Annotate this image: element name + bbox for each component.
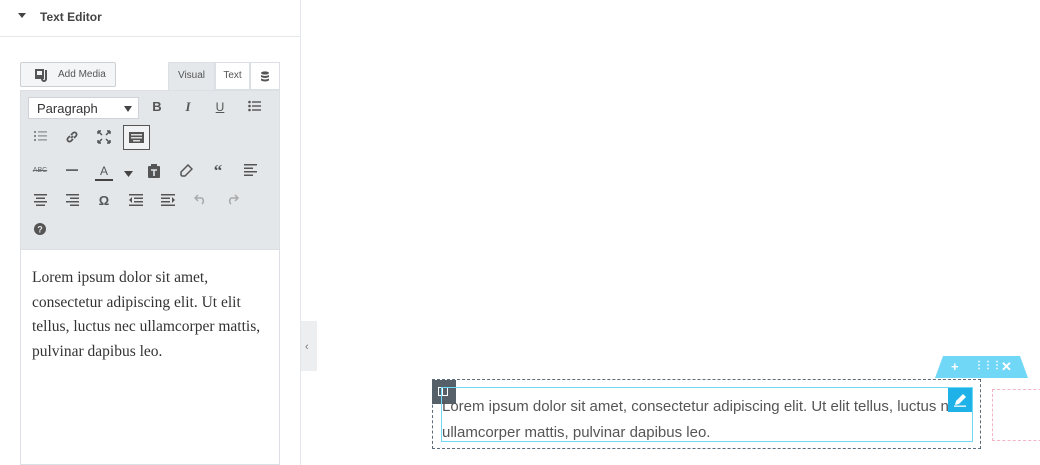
dynamic-tags-button[interactable]	[250, 62, 280, 90]
blockquote-icon[interactable]: “	[207, 161, 229, 181]
fullscreen-icon[interactable]	[93, 127, 115, 147]
media-icon	[35, 69, 47, 82]
link-icon[interactable]	[61, 127, 83, 147]
close-icon[interactable]: ✕	[1001, 360, 1012, 374]
italic-icon[interactable]: I	[177, 97, 199, 117]
empty-column[interactable]	[992, 389, 1040, 441]
editor-text[interactable]: Lorem ipsum dolor sit amet, consectetur …	[32, 266, 272, 364]
editor-toolbar: Paragraph B I U ABC A “ Ω ?	[20, 90, 280, 250]
redo-icon[interactable]	[221, 191, 243, 211]
editor-panel: Text Editor Add Media Visual Text Paragr…	[0, 0, 301, 465]
outdent-icon[interactable]	[125, 191, 147, 211]
toolbar-toggle-icon[interactable]	[123, 125, 150, 150]
numbered-list-icon[interactable]	[29, 127, 51, 147]
bold-icon[interactable]: B	[146, 97, 168, 117]
database-icon	[261, 71, 269, 82]
strikethrough-icon[interactable]: ABC	[29, 161, 51, 181]
undo-icon[interactable]	[189, 191, 211, 211]
chevron-left-icon: ‹	[305, 341, 309, 353]
add-media-button[interactable]: Add Media	[20, 62, 116, 87]
special-character-icon[interactable]: Ω	[93, 191, 115, 211]
edit-widget-button[interactable]	[948, 388, 972, 412]
chevron-down-icon	[124, 106, 132, 112]
widget-text: Lorem ipsum dolor sit amet, consectetur …	[442, 398, 965, 441]
add-icon[interactable]: +	[951, 360, 959, 374]
paste-text-icon[interactable]	[143, 161, 165, 181]
align-left-icon[interactable]	[239, 161, 261, 181]
format-select[interactable]: Paragraph	[28, 97, 139, 119]
drag-handle-icon[interactable]: ⋮⋮⋮	[974, 359, 1002, 373]
section-title: Text Editor	[40, 10, 102, 24]
caret-down-icon[interactable]	[18, 13, 26, 18]
align-center-icon[interactable]	[29, 191, 51, 211]
horizontal-line-icon[interactable]	[61, 161, 83, 181]
text-color-icon[interactable]: A	[93, 161, 115, 181]
section-header[interactable]: Text Editor	[0, 0, 300, 37]
align-right-icon[interactable]	[61, 191, 83, 211]
tab-visual[interactable]: Visual	[168, 62, 215, 90]
panel-collapse-button[interactable]: ‹	[301, 321, 317, 371]
format-select-value: Paragraph	[37, 101, 98, 116]
pencil-icon	[954, 394, 966, 407]
clear-formatting-icon[interactable]	[175, 161, 197, 181]
add-media-label: Add Media	[58, 69, 106, 80]
indent-icon[interactable]	[157, 191, 179, 211]
text-editor-widget[interactable]: Lorem ipsum dolor sit amet, consectetur …	[441, 387, 973, 442]
svg-text:?: ?	[37, 225, 43, 235]
chevron-down-icon[interactable]	[117, 163, 139, 183]
tab-text[interactable]: Text	[215, 62, 250, 90]
underline-icon[interactable]: U	[209, 97, 231, 117]
section-handle: + ⋮⋮⋮ ✕	[935, 356, 1028, 378]
help-icon[interactable]: ?	[29, 220, 51, 240]
bullet-list-icon[interactable]	[243, 97, 265, 117]
editor-content-area[interactable]: Lorem ipsum dolor sit amet, consectetur …	[20, 250, 280, 465]
